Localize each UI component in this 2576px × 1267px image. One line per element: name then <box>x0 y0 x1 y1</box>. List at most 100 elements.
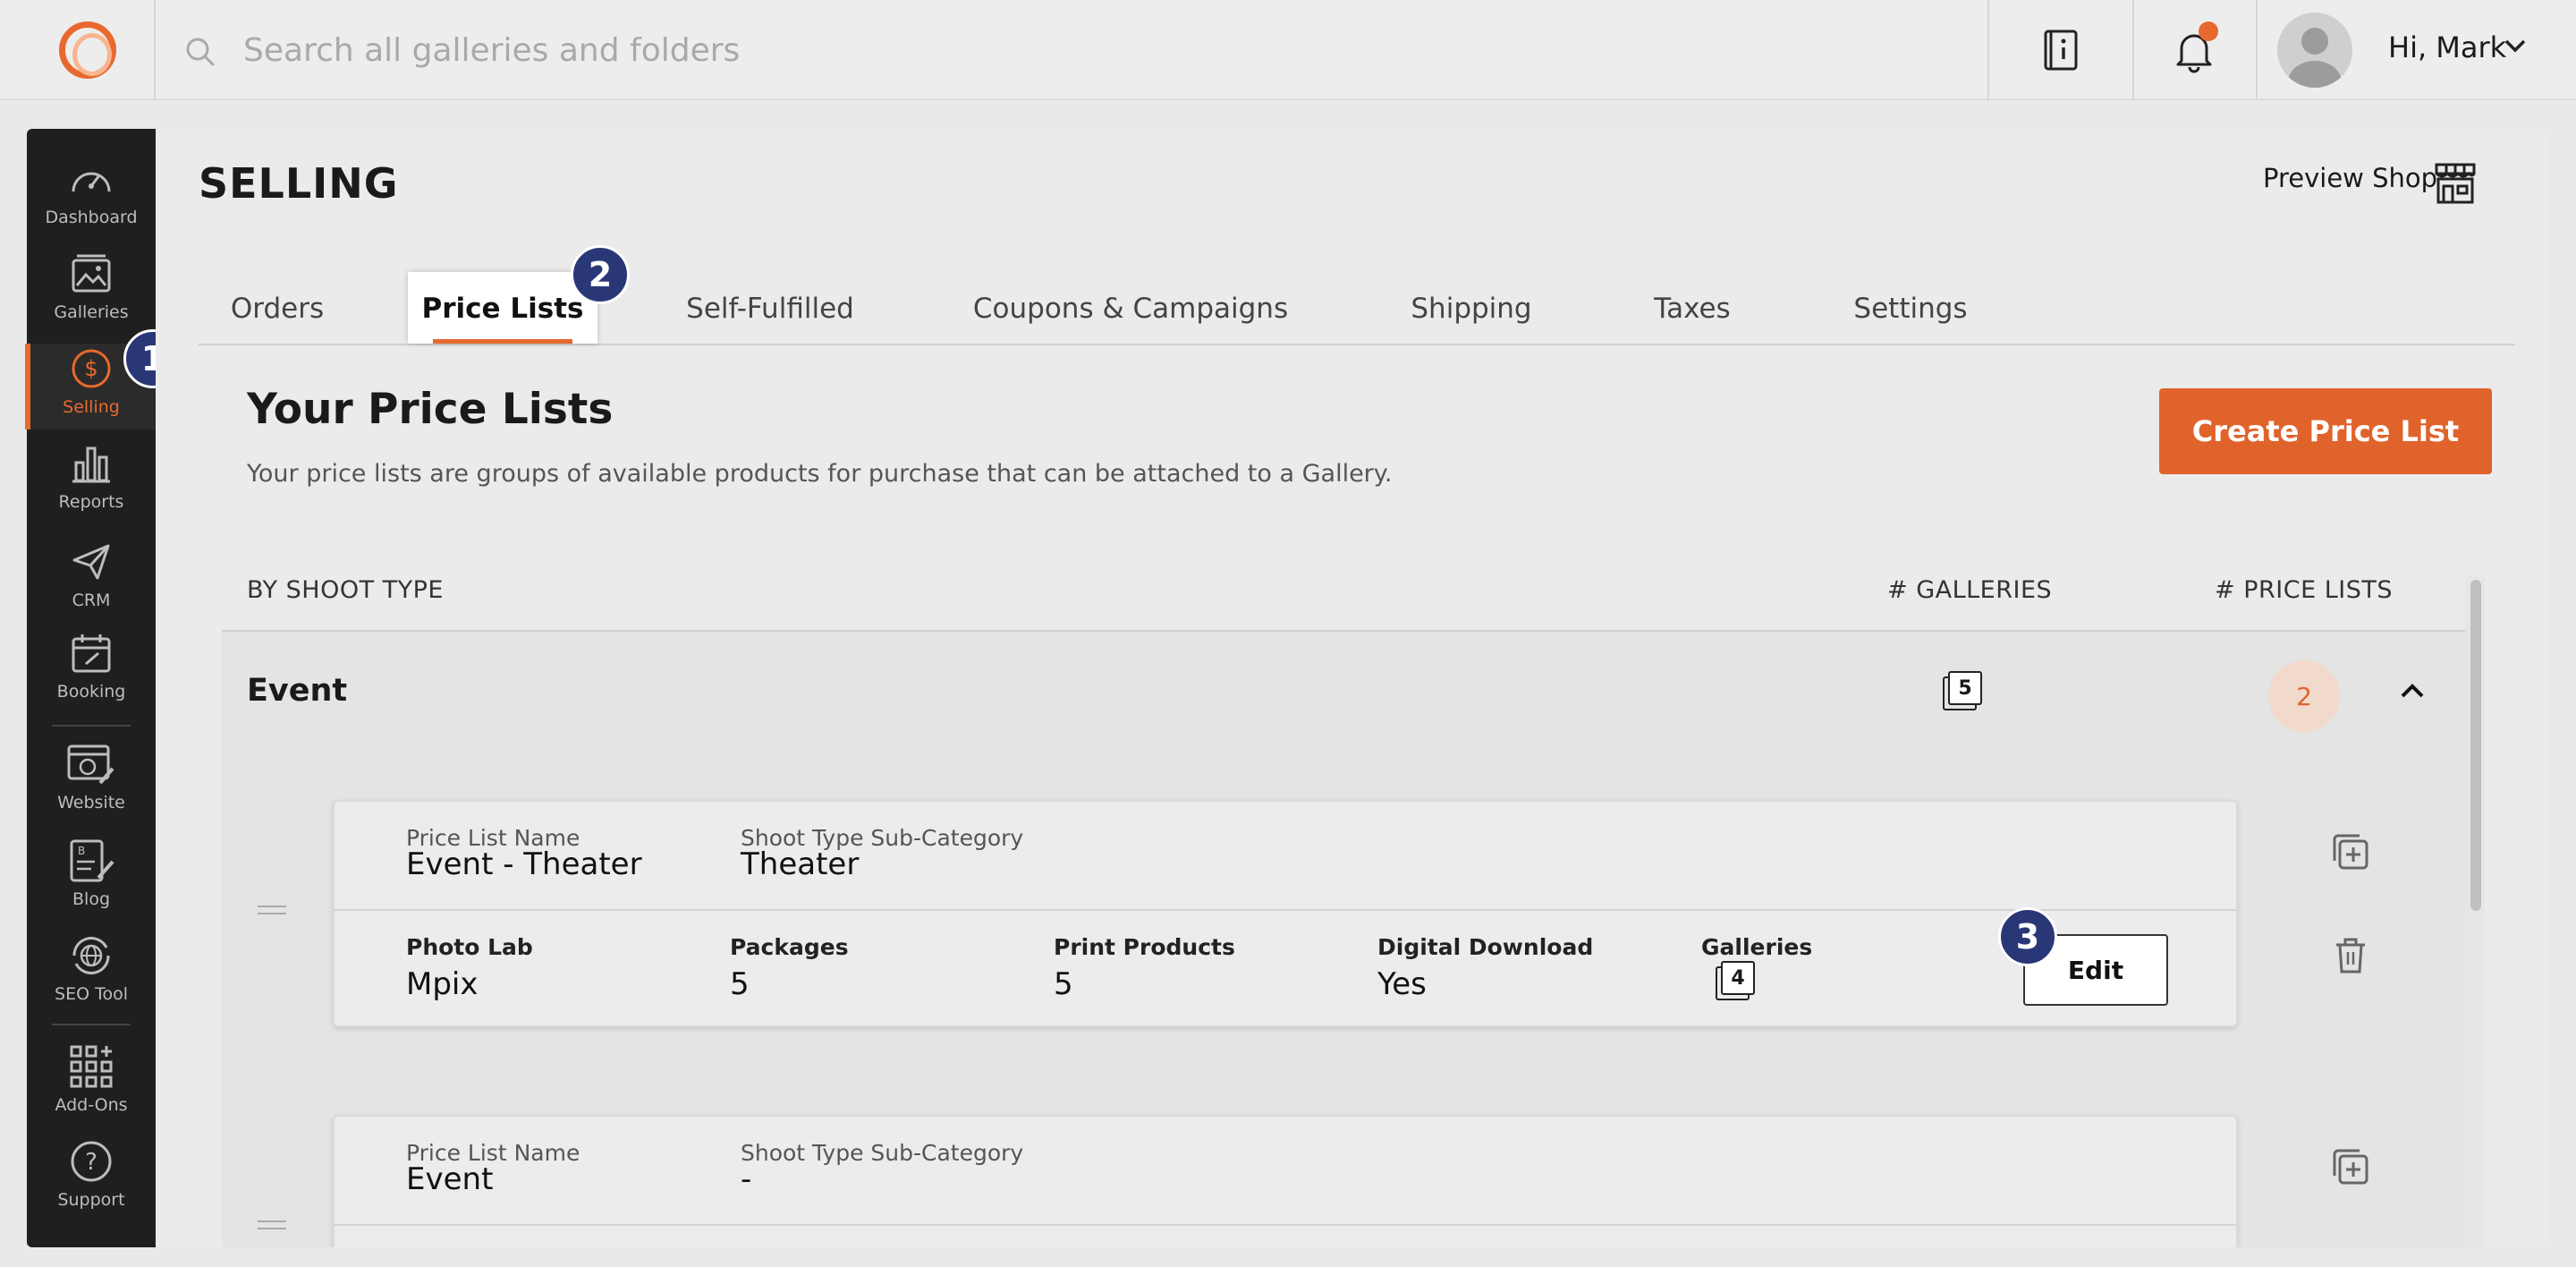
packages-label: Packages <box>730 934 849 960</box>
sidebar-item-add-ons[interactable]: Add-Ons <box>27 1042 156 1127</box>
section-title: Your Price Lists <box>247 385 614 434</box>
paper-plane-icon <box>66 537 116 587</box>
notification-dot <box>2199 21 2218 41</box>
logo-icon[interactable] <box>59 21 116 79</box>
sidebar-divider <box>52 1024 131 1025</box>
divider <box>2256 0 2258 100</box>
avatar[interactable] <box>2277 13 2352 88</box>
galleries-stack-icon: 4 <box>1716 961 1757 1002</box>
divider <box>335 909 2236 911</box>
drag-handle-icon[interactable] <box>258 906 286 918</box>
galleries-label: Galleries <box>1701 934 1813 960</box>
question-circle-icon: ? <box>66 1136 116 1186</box>
drag-handle-icon[interactable] <box>258 1220 286 1233</box>
duplicate-icon[interactable] <box>2329 830 2372 873</box>
photo-lab-value: Mpix <box>406 966 479 1002</box>
sidebar-item-label: Blog <box>72 889 110 909</box>
sidebar-item-crm[interactable]: CRM <box>27 537 156 623</box>
photo-lab-label: Photo Lab <box>406 934 533 960</box>
divider <box>2132 0 2134 100</box>
sub-category-value: - <box>741 1161 752 1197</box>
price-lists-count: 2 <box>2268 660 2340 732</box>
guide-book-icon <box>2044 30 2078 71</box>
sidebar-item-blog[interactable]: B Blog <box>27 836 156 922</box>
main-content: SELLING Preview Shop Orders Price Lists … <box>156 129 2549 1247</box>
card-galleries-count: 4 <box>1721 961 1755 995</box>
sidebar-item-website[interactable]: Website <box>27 739 156 825</box>
sidebar-item-galleries[interactable]: Galleries <box>27 249 156 335</box>
sidebar-item-label: Reports <box>58 492 124 512</box>
globe-refresh-icon <box>66 931 116 981</box>
divider <box>1987 0 1989 100</box>
galleries-stack-icon: 5 <box>1943 671 1984 712</box>
search-input[interactable] <box>243 25 1048 75</box>
dollar-circle-icon: $ <box>66 344 116 394</box>
sidebar-item-label: Dashboard <box>45 208 138 227</box>
tab-orders[interactable]: Orders <box>199 272 356 344</box>
section-subtitle: Your price lists are groups of available… <box>247 460 1393 488</box>
create-price-list-button[interactable]: Create Price List <box>2159 388 2492 474</box>
top-bar: Hi, Mark <box>0 0 2576 100</box>
tab-shipping[interactable]: Shipping <box>1377 272 1565 344</box>
sidebar-item-label: Add-Ons <box>55 1095 128 1115</box>
svg-text:B: B <box>78 845 85 857</box>
column-header-price-lists: # PRICE LISTS <box>2215 576 2393 604</box>
sidebar-item-seo-tool[interactable]: SEO Tool <box>27 931 156 1016</box>
packages-value: 5 <box>730 966 750 1002</box>
sidebar-item-label: Galleries <box>54 302 129 322</box>
chevron-down-icon[interactable] <box>2503 38 2528 54</box>
tab-coupons-campaigns[interactable]: Coupons & Campaigns <box>955 272 1306 344</box>
page-title: SELLING <box>199 159 399 208</box>
column-header-galleries: # GALLERIES <box>1887 576 2053 604</box>
image-stack-icon <box>66 249 116 299</box>
sidebar-item-booking[interactable]: Booking <box>27 628 156 714</box>
group-name[interactable]: Event <box>247 673 347 709</box>
user-greeting[interactable]: Hi, Mark <box>2388 30 2506 64</box>
svg-text:$: $ <box>84 356 97 381</box>
divider <box>154 0 156 100</box>
notifications-button[interactable] <box>2163 20 2225 82</box>
sidebar-divider <box>52 725 131 727</box>
calendar-icon <box>66 628 116 678</box>
sidebar-item-support[interactable]: ? Support <box>27 1136 156 1222</box>
trash-icon[interactable] <box>2329 934 2372 977</box>
print-products-value: 5 <box>1054 966 1073 1002</box>
grid-plus-icon <box>66 1042 116 1092</box>
price-list-name: Event - Theater <box>406 846 642 882</box>
selling-tabs: Orders Price Lists Self-Fulfilled Coupon… <box>199 272 2515 345</box>
speedometer-icon <box>66 154 116 204</box>
tab-settings[interactable]: Settings <box>1821 272 2000 344</box>
sidebar-item-reports[interactable]: Reports <box>27 438 156 524</box>
chevron-up-icon[interactable] <box>2399 682 2426 700</box>
tab-taxes[interactable]: Taxes <box>1630 272 1755 344</box>
sidebar: Dashboard Galleries $ Selling Reports CR… <box>25 129 156 1247</box>
sub-category-value: Theater <box>741 846 860 882</box>
print-products-label: Print Products <box>1054 934 1235 960</box>
tab-price-lists[interactable]: Price Lists <box>408 272 597 344</box>
digital-download-label: Digital Download <box>1377 934 1594 960</box>
duplicate-icon[interactable] <box>2329 1145 2372 1188</box>
sidebar-item-label: Booking <box>56 682 126 702</box>
galleries-count: 5 <box>1948 671 1982 705</box>
step-badge-3: 3 <box>1998 907 2057 966</box>
sidebar-item-label: SEO Tool <box>55 984 128 1004</box>
divider <box>335 1224 2236 1226</box>
blog-edit-icon: B <box>66 836 116 886</box>
column-header-shoot-type: BY SHOOT TYPE <box>247 576 444 604</box>
tab-self-fulfilled[interactable]: Self-Fulfilled <box>667 272 873 344</box>
scrollbar-thumb[interactable] <box>2470 580 2481 911</box>
sidebar-item-label: Selling <box>63 397 120 417</box>
website-edit-icon <box>66 739 116 789</box>
search-icon <box>186 38 215 66</box>
preview-shop-link[interactable]: Preview Shop <box>2263 163 2437 193</box>
digital-download-value: Yes <box>1377 966 1427 1002</box>
sidebar-item-label: Support <box>57 1190 125 1210</box>
sidebar-item-label: CRM <box>72 591 111 610</box>
svg-text:?: ? <box>85 1149 97 1176</box>
sub-category-label: Shoot Type Sub-Category <box>741 1140 1024 1166</box>
guide-book-button[interactable] <box>2030 20 2093 82</box>
sidebar-item-dashboard[interactable]: Dashboard <box>27 154 156 240</box>
storefront-icon[interactable] <box>2433 161 2478 206</box>
step-badge-2: 2 <box>571 245 630 304</box>
sidebar-item-label: Website <box>57 793 125 812</box>
